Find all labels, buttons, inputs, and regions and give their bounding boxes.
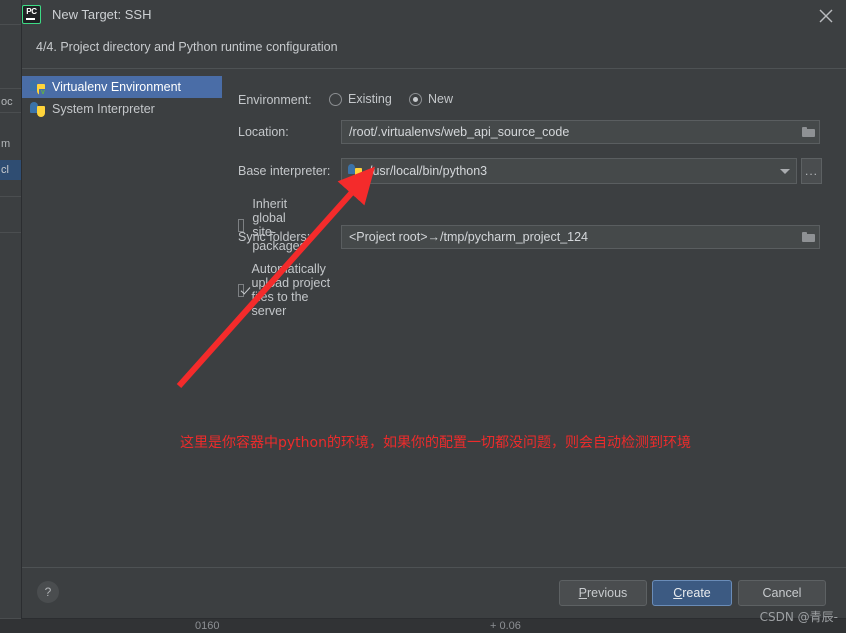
new-target-ssh-dialog: PC New Target: SSH 4/4. Project director… [22,0,846,618]
sidebar-item-label-virtualenv: Virtualenv Environment [52,80,182,94]
pycharm-logo-icon: PC [22,5,41,24]
close-icon[interactable] [814,4,838,28]
background-bottom-left-text: 0160 [195,620,220,632]
base-interpreter-value: /usr/local/bin/python3 [369,164,488,178]
sidebar-item-system-interpreter[interactable]: System Interpreter [22,98,222,120]
dialog-title: New Target: SSH [52,7,152,22]
cancel-button[interactable]: Cancel [738,580,826,606]
radio-existing-indicator [329,92,342,106]
auto-upload-checkbox[interactable]: Automatically upload project files to th… [238,262,333,318]
inherit-site-packages-checkbox[interactable]: Inherit global site-packages [238,197,313,253]
base-interpreter-combobox[interactable]: /usr/local/bin/python3 [341,158,797,184]
previous-button[interactable]: Previous [559,580,647,606]
python-virtualenv-icon: v [30,79,47,97]
pycharm-logo-text: PC [26,7,37,16]
pycharm-logo-bar [26,18,35,20]
base-interpreter-more-button[interactable]: ... [801,158,822,184]
location-browse-folder-icon[interactable] [797,121,819,143]
base-interpreter-label: Base interpreter: [238,164,331,178]
dialog-subtitle: 4/4. Project directory and Python runtim… [36,40,338,54]
sync-folders-browse-folder-icon[interactable] [797,226,819,248]
background-bottom-right-text: + 0.06 [490,620,521,632]
footer-divider [22,567,846,568]
auto-upload-box [238,283,244,297]
background-bottom-bar: 0160 + 0.06 [0,618,846,633]
location-input[interactable]: /root/.virtualenvs/web_api_source_code [341,120,820,144]
header-divider [22,68,846,69]
dialog-titlebar: PC New Target: SSH [22,0,846,34]
sync-folders-value: <Project root>→/tmp/pycharm_project_124 [349,230,589,244]
python-icon [30,101,45,117]
auto-upload-label: Automatically upload project files to th… [251,262,331,318]
sync-folders-input[interactable]: <Project root>→/tmp/pycharm_project_124 [341,225,820,249]
environment-label: Environment: [238,93,312,107]
background-row-text-2: cl [1,164,9,176]
background-app-panel: oc m cl [0,0,23,633]
radio-new-label: New [428,92,454,106]
sidebar-item-virtualenv-environment[interactable]: v Virtualenv Environment [22,76,222,98]
python-icon [348,164,362,178]
background-row-text-1: m [1,138,11,150]
inherit-site-packages-label: Inherit global site-packages [252,197,306,253]
screenshot-root: oc m cl 0160 + 0.06 PC New Target: SSH 4… [0,0,846,633]
background-row-text-0: oc [1,96,13,108]
virtualenv-badge: v [39,88,47,97]
csdn-watermark: CSDN @青辰- [759,610,838,624]
sync-folders-label: Sync folders: [238,230,311,244]
sidebar-item-label-system-interpreter: System Interpreter [52,102,155,116]
chevron-down-icon[interactable] [774,159,796,183]
radio-existing-label: Existing [348,92,392,106]
help-button[interactable]: ? [37,581,59,603]
radio-new-indicator [409,92,422,106]
radio-existing[interactable]: Existing [329,92,392,106]
annotation-text: 这里是你容器中python的环境，如果你的配置一切都没问题，则会自动检测到环境 [180,435,691,451]
radio-new[interactable]: New [409,92,453,106]
create-button[interactable]: Create [652,580,732,606]
environment-type-list: v Virtualenv Environment System Interpre… [22,76,222,120]
location-label: Location: [238,125,289,139]
location-value: /root/.virtualenvs/web_api_source_code [349,125,570,139]
